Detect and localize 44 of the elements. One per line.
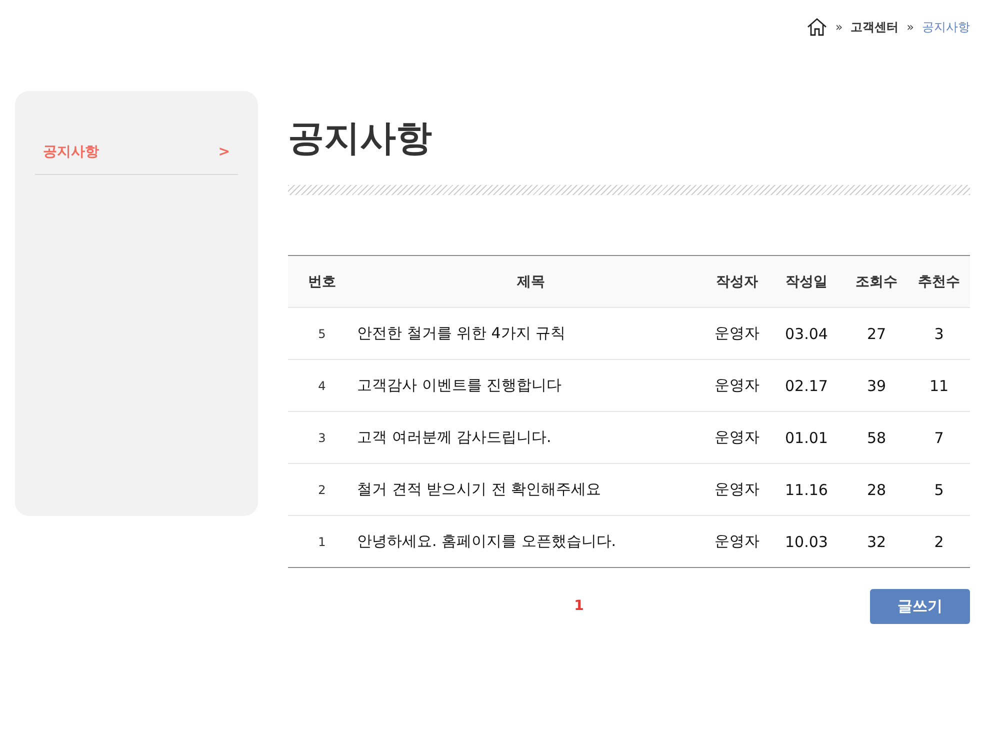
table-cell: 2 bbox=[908, 516, 970, 568]
table-cell: 5 bbox=[908, 464, 970, 516]
table-cell: 02.17 bbox=[768, 360, 845, 412]
table-cell: 운영자 bbox=[706, 412, 768, 464]
column-header: 추천수 bbox=[908, 256, 970, 308]
table-cell: 7 bbox=[908, 412, 970, 464]
table-cell: 1 bbox=[288, 516, 356, 568]
table-cell: 운영자 bbox=[706, 516, 768, 568]
breadcrumb-separator: » bbox=[835, 20, 843, 34]
table-cell: 2 bbox=[288, 464, 356, 516]
breadcrumb-separator: » bbox=[906, 20, 914, 34]
column-header: 제목 bbox=[356, 256, 706, 308]
post-title-link[interactable]: 안전한 철거를 위한 4가지 규칙 bbox=[356, 308, 706, 360]
table-cell: 5 bbox=[288, 308, 356, 360]
table-cell: 03.04 bbox=[768, 308, 845, 360]
post-title-link[interactable]: 철거 견적 받으시기 전 확인해주세요 bbox=[356, 464, 706, 516]
breadcrumb-link[interactable]: 공지사항 bbox=[922, 18, 970, 36]
table-cell: 3 bbox=[288, 412, 356, 464]
table-cell: 운영자 bbox=[706, 464, 768, 516]
post-title-link[interactable]: 고객감사 이벤트를 진행합니다 bbox=[356, 360, 706, 412]
post-title-link[interactable]: 안녕하세요. 홈페이지를 오픈했습니다. bbox=[356, 516, 706, 568]
table-cell: 28 bbox=[845, 464, 908, 516]
breadcrumb-link[interactable]: 고객센터 bbox=[850, 18, 899, 36]
column-header: 작성일 bbox=[768, 256, 845, 308]
write-button[interactable]: 글쓰기 bbox=[870, 588, 970, 624]
table-cell: 01.01 bbox=[768, 412, 845, 464]
table-cell: 운영자 bbox=[706, 360, 768, 412]
table-cell: 32 bbox=[845, 516, 908, 568]
table-cell: 4 bbox=[288, 360, 356, 412]
table-cell: 39 bbox=[845, 360, 908, 412]
table-cell: 10.03 bbox=[768, 516, 845, 568]
table-cell: 11.16 bbox=[768, 464, 845, 516]
table-cell: 운영자 bbox=[706, 308, 768, 360]
table-cell: 3 bbox=[908, 308, 970, 360]
table-cell: 11 bbox=[908, 360, 970, 412]
page-number[interactable]: 1 bbox=[574, 598, 584, 614]
post-title-link[interactable]: 고객 여러분께 감사드립니다. bbox=[356, 412, 706, 464]
column-header: 번호 bbox=[288, 256, 356, 308]
table-cell: 58 bbox=[845, 412, 908, 464]
table-cell: 27 bbox=[845, 308, 908, 360]
column-header: 작성자 bbox=[706, 256, 768, 308]
page-title: 공지사항 bbox=[288, 117, 433, 161]
column-header: 조회수 bbox=[845, 256, 908, 308]
home-icon[interactable] bbox=[807, 18, 828, 36]
